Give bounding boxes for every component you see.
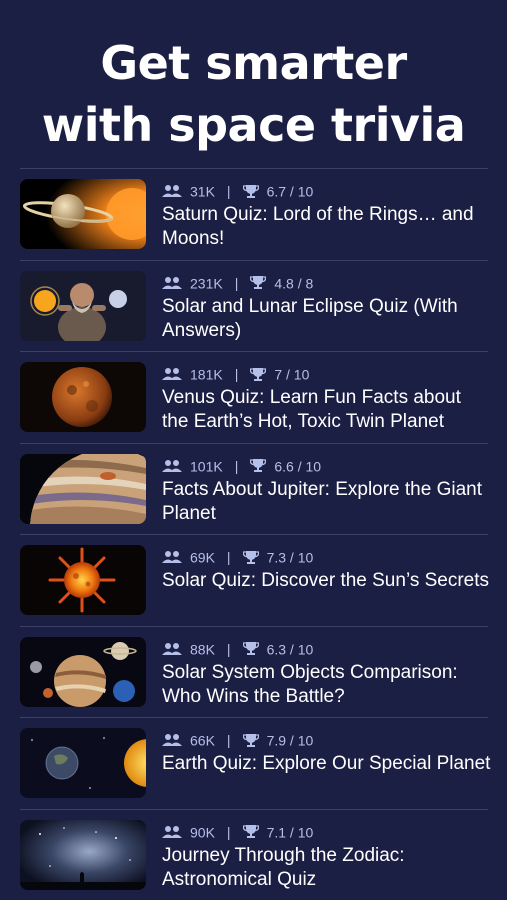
quiz-item-venus[interactable]: 181K | 7 / 10 Venus Quiz: Learn Fun Facts… (20, 351, 488, 443)
players-count: 66K (190, 732, 215, 749)
people-icon (162, 367, 182, 381)
players-count: 101K (190, 457, 223, 474)
quiz-thumbnail (20, 270, 146, 341)
quiz-stats: 231K | 4.8 / 8 (162, 273, 313, 291)
quiz-thumbnail (20, 545, 146, 615)
average-score: 7 / 10 (274, 366, 310, 383)
stats-divider: | (226, 183, 231, 200)
quiz-stats: 69K | 7.3 / 10 (162, 547, 313, 565)
trophy-icon (242, 184, 259, 199)
people-icon (162, 642, 182, 656)
trophy-icon (242, 824, 259, 839)
quiz-stats: 101K | 6.6 / 10 (162, 456, 321, 474)
stats-divider: | (226, 640, 231, 657)
players-count: 88K (190, 640, 215, 657)
quiz-item-saturn[interactable]: 31K | 6.7 / 10 Saturn Quiz: Lord of the R… (20, 168, 488, 260)
average-score: 7.9 / 10 (266, 732, 314, 749)
quiz-title: Earth Quiz: Explore Our Special Planet (162, 753, 491, 774)
quiz-title: Solar Quiz: Discover the Sun’s Secrets (162, 570, 490, 591)
average-score: 4.8 / 8 (274, 274, 314, 291)
players-count: 181K (190, 366, 223, 383)
quiz-title: Solar and Lunar Eclipse Quiz (With Answe… (162, 295, 458, 341)
stats-divider: | (234, 457, 239, 474)
quiz-stats: 181K | 7 / 10 (162, 364, 309, 382)
quiz-item-solar-system[interactable]: 88K | 6.3 / 10 Solar System Objects Compa… (20, 625, 488, 718)
quiz-list: 31K | 6.7 / 10 Saturn Quiz: Lord of the R… (20, 168, 490, 900)
quiz-item-zodiac[interactable]: 90K | 7.1 / 10 Journey Through the Zodiac… (20, 808, 488, 900)
quiz-stats: 31K | 6.7 / 10 (162, 181, 313, 199)
quiz-item-jupiter[interactable]: 101K | 6.6 / 10 Facts About Jupiter: Expl… (20, 442, 488, 535)
average-score: 7.3 / 10 (266, 549, 314, 566)
players-count: 69K (190, 549, 215, 566)
people-icon (162, 276, 182, 290)
page-title: Get smarter with space trivia (0, 32, 507, 156)
quiz-title: Saturn Quiz: Lord of the Rings… and Moon… (162, 204, 474, 249)
quiz-thumbnail (20, 179, 146, 249)
trophy-icon (250, 275, 267, 290)
stats-divider: | (226, 549, 231, 566)
average-score: 7.1 / 10 (266, 823, 314, 840)
players-count: 31K (190, 183, 215, 200)
quiz-title: Solar System Objects Comparison: Who Win… (162, 661, 458, 707)
trophy-icon (242, 733, 259, 748)
quiz-item-eclipse[interactable]: 231K | 4.8 / 8 Solar and Lunar Eclipse Qu… (20, 259, 488, 352)
quiz-stats: 66K | 7.9 / 10 (162, 730, 313, 748)
average-score: 6.3 / 10 (266, 640, 314, 657)
quiz-thumbnail (20, 819, 146, 890)
screen: Get smarter with space trivia 31K | 6.7 … (0, 0, 507, 900)
quiz-item-sun[interactable]: 69K | 7.3 / 10 Solar Quiz: Discover the S… (20, 534, 489, 626)
quiz-stats: 88K | 6.3 / 10 (162, 639, 313, 657)
quiz-title: Journey Through the Zodiac: Astronomical… (162, 844, 405, 890)
players-count: 90K (190, 823, 215, 840)
average-score: 6.7 / 10 (266, 183, 314, 200)
page-title-line-2: with space trivia (41, 98, 466, 152)
page-title-line-1: Get smarter (100, 36, 407, 90)
quiz-thumbnail (20, 453, 146, 524)
trophy-icon (242, 641, 259, 656)
average-score: 6.6 / 10 (274, 457, 322, 474)
players-count: 231K (190, 274, 223, 291)
stats-divider: | (226, 732, 231, 749)
quiz-item-earth[interactable]: 66K | 7.9 / 10 Earth Quiz: Explore Our Sp… (20, 717, 490, 809)
trophy-icon (250, 458, 267, 473)
quiz-title: Venus Quiz: Learn Fun Facts about the Ea… (162, 387, 461, 432)
quiz-thumbnail (20, 636, 146, 707)
stats-divider: | (234, 274, 239, 291)
quiz-thumbnail (20, 362, 146, 432)
quiz-thumbnail (20, 728, 146, 798)
people-icon (162, 184, 182, 198)
trophy-icon (242, 550, 259, 565)
stats-divider: | (234, 366, 239, 383)
people-icon (162, 733, 182, 747)
quiz-title: Facts About Jupiter: Explore the Giant P… (162, 478, 483, 524)
stats-divider: | (226, 823, 231, 840)
people-icon (162, 459, 182, 473)
quiz-stats: 90K | 7.1 / 10 (162, 822, 313, 840)
people-icon (162, 550, 182, 564)
trophy-icon (250, 367, 267, 382)
people-icon (162, 825, 182, 839)
